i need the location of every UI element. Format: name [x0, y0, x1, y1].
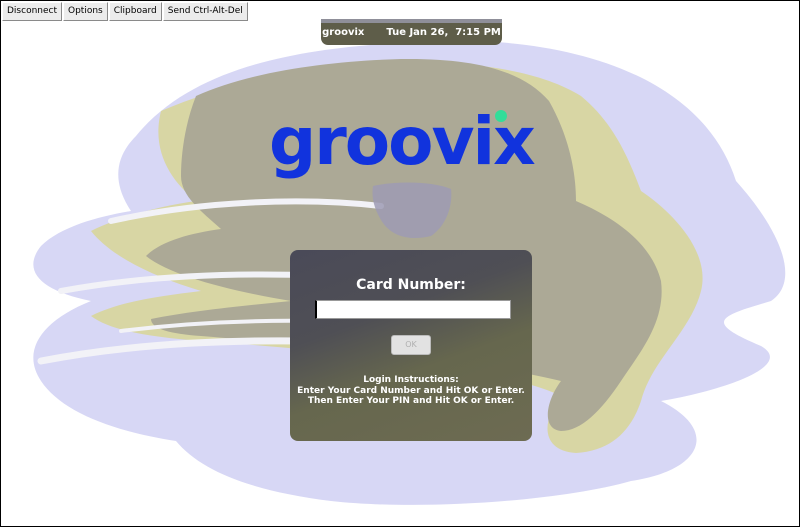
logo-dot-icon [495, 110, 507, 122]
card-number-label: Card Number: [356, 277, 466, 293]
groovix-logo: groovix [269, 103, 536, 180]
clipboard-button[interactable]: Clipboard [108, 2, 162, 21]
date-time: Tue Jan 26, 7:15 PM [386, 26, 501, 38]
instructions-title: Login Instructions: [363, 375, 459, 385]
ok-button[interactable]: OK [391, 335, 431, 355]
vnc-toolbar: Disconnect Options Clipboard Send Ctrl-A… [2, 2, 248, 21]
instructions-line-1: Enter Your Card Number and Hit OK or Ent… [297, 385, 525, 396]
disconnect-button[interactable]: Disconnect [2, 2, 62, 21]
instructions-line-2: Then Enter Your PIN and Hit OK or Enter. [307, 396, 515, 406]
clock-bar: groovix Tue Jan 26, 7:15 PM [321, 19, 502, 45]
host-name: groovix [322, 26, 365, 38]
vnc-frame: Disconnect Options Clipboard Send Ctrl-A… [0, 0, 800, 527]
options-button[interactable]: Options [63, 2, 108, 21]
clock-bar-top-strip [321, 19, 502, 23]
send-ctrl-alt-del-button[interactable]: Send Ctrl-Alt-Del [162, 2, 248, 21]
login-panel: Card Number: OK Login Instructions: Ente… [290, 250, 532, 441]
login-instructions: Login Instructions: Enter Your Card Numb… [290, 375, 532, 407]
card-number-input[interactable] [315, 300, 511, 319]
